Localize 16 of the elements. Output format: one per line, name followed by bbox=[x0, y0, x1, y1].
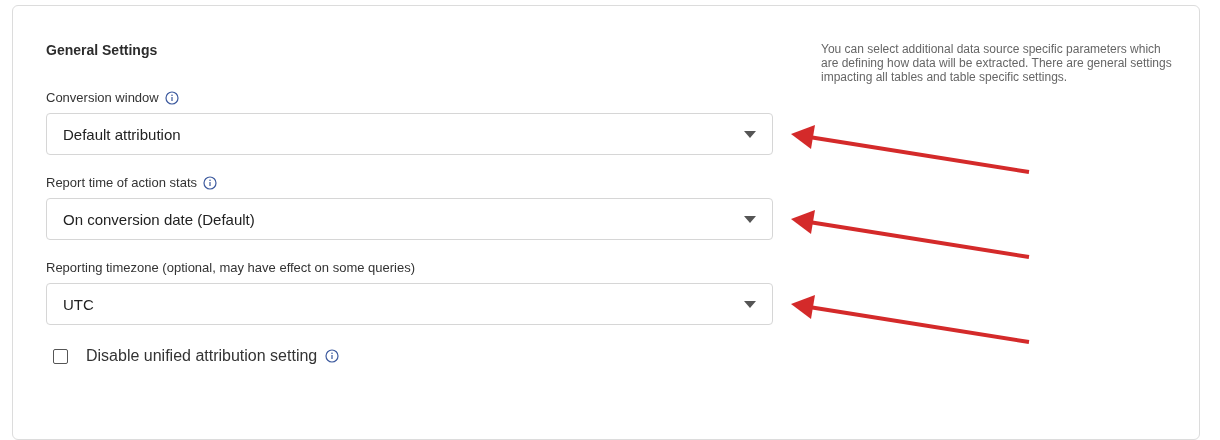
help-text: You can select additional data source specific parameters which are defining how data will be extracted. There are general settings impacting all tables and table specific settings. bbox=[821, 42, 1173, 84]
info-icon[interactable] bbox=[325, 349, 340, 363]
dropdown-field[interactable]: On conversion date (Default) bbox=[46, 198, 773, 240]
caret-icon bbox=[744, 215, 756, 223]
field-label: Report time of action stats bbox=[46, 175, 197, 190]
info-icon[interactable] bbox=[164, 90, 179, 105]
info-icon[interactable] bbox=[203, 175, 217, 190]
section-title: General Settings bbox=[46, 42, 159, 58]
checkbox[interactable] bbox=[53, 348, 68, 364]
checkbox-label: Disable unified attribution setting bbox=[86, 347, 318, 365]
field-label: Conversion window bbox=[46, 90, 159, 105]
dropdown-field[interactable]: Default attribution bbox=[46, 113, 773, 155]
dropdown-field[interactable]: UTC bbox=[46, 283, 773, 325]
caret-icon bbox=[744, 130, 756, 138]
caret-icon bbox=[744, 300, 756, 308]
field-label: Reporting timezone (optional, may have effect on some queries) bbox=[46, 260, 415, 275]
